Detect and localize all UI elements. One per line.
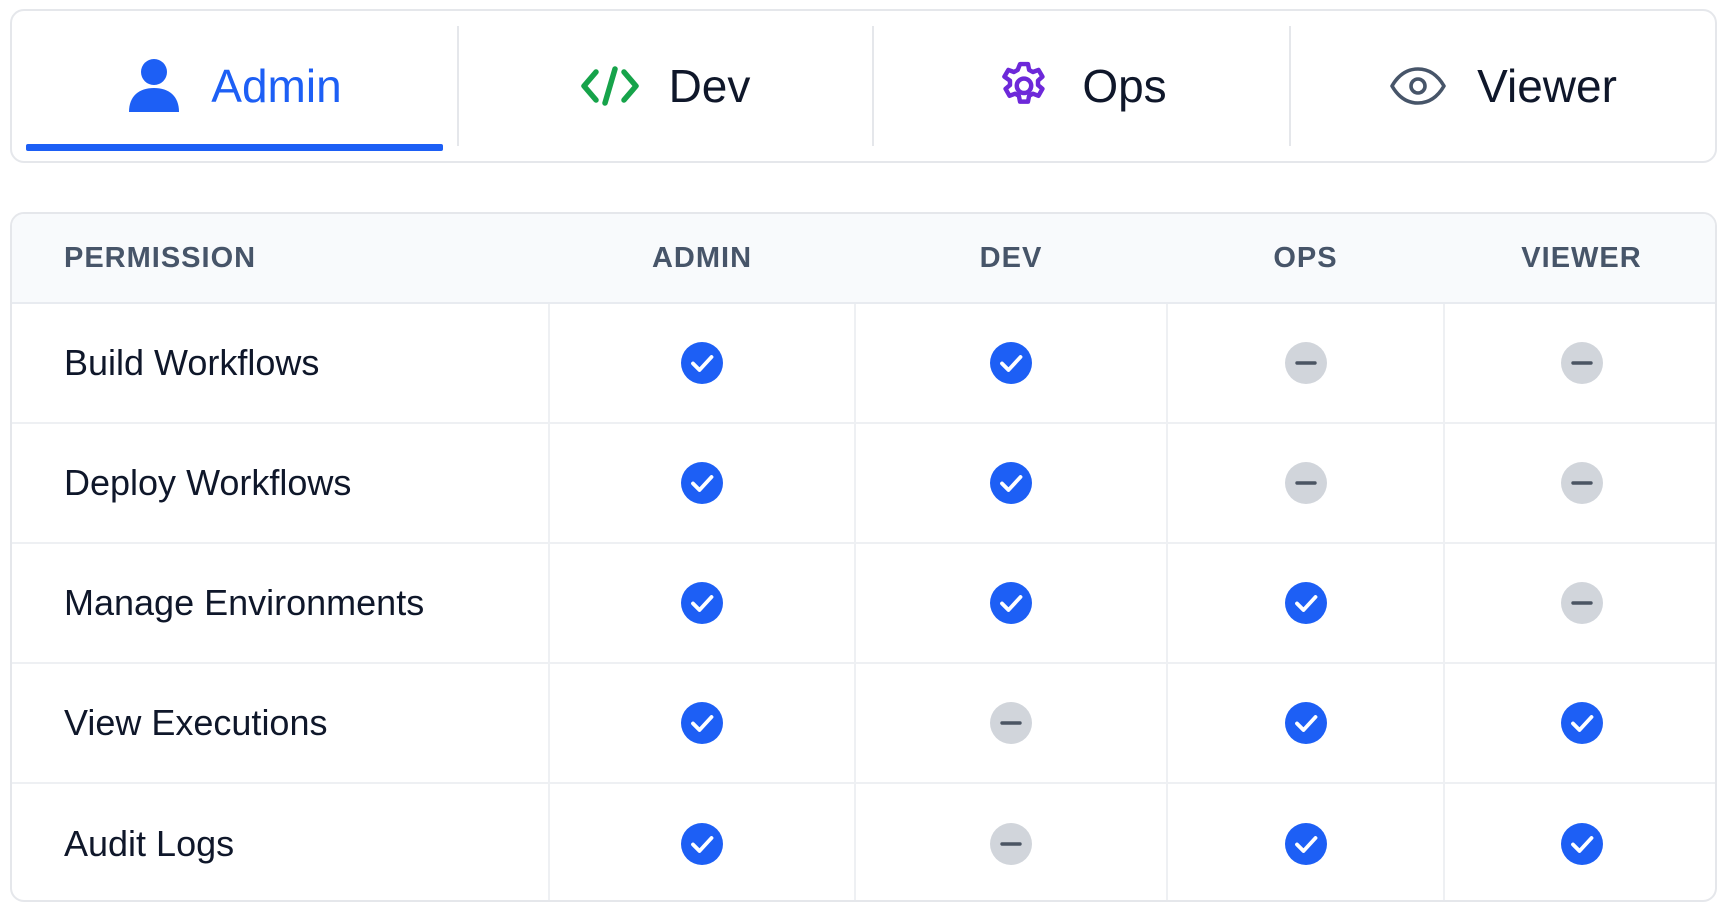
minus-circle-icon xyxy=(988,822,1034,865)
user-icon xyxy=(127,58,181,114)
check-circle-icon xyxy=(1283,582,1329,624)
cell-dev xyxy=(854,543,1167,664)
minus-circle-icon xyxy=(988,702,1034,744)
check-circle-icon xyxy=(988,462,1034,504)
cell-dev xyxy=(854,303,1167,424)
cell-ops xyxy=(1166,543,1444,664)
cell-dev xyxy=(854,663,1167,784)
eye-icon xyxy=(1389,66,1447,106)
check-circle-icon xyxy=(988,342,1034,384)
cell-admin xyxy=(548,423,855,544)
permission-name: Build Workflows xyxy=(12,303,549,424)
cell-ops xyxy=(1166,783,1444,900)
permission-name: View Executions xyxy=(12,663,549,784)
check-circle-icon xyxy=(679,702,725,744)
role-tabs: Admin Dev Ops Viewer xyxy=(10,9,1717,163)
check-circle-icon xyxy=(1283,822,1329,865)
cell-admin xyxy=(548,783,855,900)
cell-dev xyxy=(854,783,1167,900)
table-row: Manage Environments xyxy=(12,543,1715,664)
tab-dev[interactable]: Dev xyxy=(459,11,872,161)
cell-viewer xyxy=(1443,783,1715,900)
table-row: Build Workflows xyxy=(12,303,1715,424)
header-viewer: VIEWER xyxy=(1444,214,1715,304)
tab-dev-label: Dev xyxy=(668,60,751,112)
tab-ops-label: Ops xyxy=(1082,60,1167,112)
minus-circle-icon xyxy=(1559,462,1605,504)
check-circle-icon xyxy=(1559,822,1605,865)
cell-admin xyxy=(548,543,855,664)
tab-admin[interactable]: Admin xyxy=(12,11,457,161)
header-admin: ADMIN xyxy=(549,214,855,304)
check-circle-icon xyxy=(679,582,725,624)
cell-admin xyxy=(548,303,855,424)
code-icon xyxy=(580,66,639,106)
header-permission: PERMISSION xyxy=(12,214,549,304)
minus-circle-icon xyxy=(1559,582,1605,624)
minus-circle-icon xyxy=(1283,462,1329,504)
permission-name: Audit Logs xyxy=(64,822,235,864)
check-circle-icon xyxy=(988,582,1034,624)
cell-dev xyxy=(854,423,1167,544)
check-circle-icon xyxy=(679,822,725,865)
cell-ops xyxy=(1166,303,1444,424)
cell-viewer xyxy=(1443,423,1715,544)
cell-viewer xyxy=(1443,663,1715,784)
check-circle-icon xyxy=(1559,702,1605,744)
tab-viewer[interactable]: Viewer xyxy=(1291,11,1715,161)
check-circle-icon xyxy=(1283,702,1329,744)
permission-name: Deploy Workflows xyxy=(12,423,549,544)
header-ops: OPS xyxy=(1167,214,1444,304)
permission-name: Manage Environments xyxy=(12,543,549,664)
check-circle-icon xyxy=(679,342,725,384)
check-circle-icon xyxy=(679,462,725,504)
permission-table: PERMISSION ADMIN DEV OPS VIEWER Build Wo… xyxy=(12,214,1715,900)
tab-admin-label: Admin xyxy=(211,60,342,112)
cell-ops xyxy=(1166,423,1444,544)
gear-icon xyxy=(996,58,1052,114)
minus-circle-icon xyxy=(1559,342,1605,384)
tab-ops[interactable]: Ops xyxy=(874,11,1289,161)
permission-matrix: PERMISSION ADMIN DEV OPS VIEWER Build Wo… xyxy=(10,212,1717,902)
table-header-row: PERMISSION ADMIN DEV OPS VIEWER xyxy=(12,214,1715,304)
tab-viewer-label: Viewer xyxy=(1477,60,1617,112)
cell-viewer xyxy=(1443,303,1715,424)
cell-viewer xyxy=(1443,543,1715,664)
minus-circle-icon xyxy=(1283,342,1329,384)
cell-admin xyxy=(548,663,855,784)
header-dev: DEV xyxy=(855,214,1167,304)
table-row: View Executions xyxy=(12,663,1715,784)
table-row: Audit Logs xyxy=(12,783,1715,900)
cell-ops xyxy=(1166,663,1444,784)
table-row: Deploy Workflows xyxy=(12,423,1715,544)
